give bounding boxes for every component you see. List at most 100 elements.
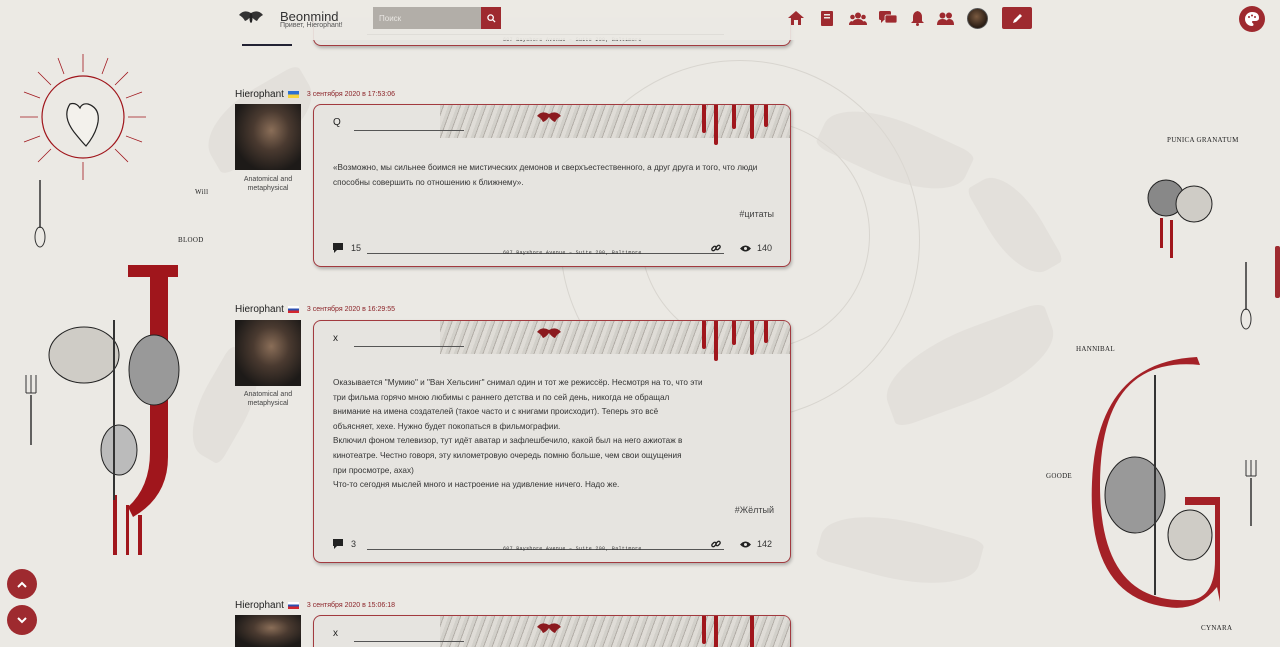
top-navigation-bar: Beonmind Привет, Hierophant! [0, 0, 1280, 40]
post-author-avatar[interactable] [235, 615, 301, 647]
decor-label-hannibal: HANNIBAL [1076, 345, 1115, 353]
chat-icon[interactable] [879, 9, 897, 27]
scroll-down-button[interactable] [7, 605, 37, 635]
post-title[interactable]: x [333, 628, 338, 639]
views-counter: 142 [739, 539, 772, 549]
post-title[interactable]: x [333, 333, 338, 344]
palette-icon [1245, 12, 1259, 26]
comments-count: 3 [351, 539, 357, 549]
post-text-line: при просмотре, ахах) [333, 465, 414, 475]
eye-icon [739, 541, 751, 547]
chevron-down-icon [17, 616, 27, 623]
views-count: 142 [756, 539, 772, 549]
eye-icon [739, 245, 751, 251]
blood-drip [702, 616, 706, 644]
scroll-up-button[interactable] [7, 569, 37, 599]
post-meta: Hierophant 3 сентября 2020 в 17:53:06 [235, 89, 395, 100]
pomegranate-icon [1147, 179, 1213, 258]
search-input[interactable] [373, 7, 481, 29]
decor-label-blood: BLOOD [178, 236, 204, 244]
title-divider [354, 346, 464, 347]
blood-drip [732, 321, 736, 345]
comments-button[interactable]: 15 [333, 243, 361, 253]
title-divider [354, 130, 464, 131]
pencil-icon [1012, 13, 1022, 23]
flag-ukraine-icon [287, 91, 299, 98]
post-title[interactable]: Q [333, 117, 341, 128]
users-icon[interactable] [849, 9, 867, 27]
post-text-line: внимание на имена создателей (такое част… [333, 407, 659, 417]
search-button[interactable] [481, 7, 501, 29]
post-date[interactable]: 3 сентября 2020 в 17:53:06 [307, 91, 395, 98]
heart-sunburst-icon [20, 54, 146, 180]
views-counter: 140 [739, 243, 772, 253]
greeting-text: Привет, Hierophant! [280, 22, 343, 29]
post-text-line: «Возможно, мы сильнее боимся не мистичес… [333, 163, 758, 187]
post-tag[interactable]: #цитаты [739, 209, 774, 219]
moth-icon [537, 328, 561, 338]
moth-icon [537, 112, 561, 122]
blood-drip [702, 105, 706, 133]
theme-palette-button[interactable] [1239, 6, 1265, 32]
chevron-up-icon [17, 581, 27, 588]
page-scrollbar[interactable] [1275, 246, 1280, 298]
decor-label-punica: PUNICA GRANATUM [1167, 136, 1239, 144]
post-meta: Hierophant 3 сентября 2020 в 15:06:18 [235, 600, 395, 611]
blood-drip [702, 321, 706, 349]
post-card: Q «Возможно, мы сильнее боимся не мистич… [313, 104, 791, 267]
blood-drip [714, 105, 718, 145]
blood-drip [732, 105, 736, 129]
write-post-button[interactable] [1002, 7, 1032, 29]
post-text-line: Включил фоном телевизор, тут идёт аватар… [333, 436, 683, 446]
post-address: 607 Bayshore Avenue – Suite 200, Baltimo… [503, 546, 642, 552]
post-text-line: Оказывается "Мумию" и "Ван Хельсинг" сни… [333, 378, 703, 387]
blood-drip [714, 321, 718, 361]
post-footer: 3 607 Bayshore Avenue – Suite 200, Balti… [333, 539, 772, 553]
views-count: 140 [756, 243, 772, 253]
post-date[interactable]: 3 сентября 2020 в 16:29:55 [307, 306, 395, 313]
comment-icon [333, 243, 343, 253]
letter-g-monogram-icon [1091, 357, 1220, 608]
link-icon[interactable] [711, 539, 721, 549]
flag-russia-icon [287, 602, 299, 609]
spoon-icon [34, 180, 46, 248]
post-author[interactable]: Hierophant [235, 89, 284, 100]
post-author-avatar[interactable] [235, 104, 301, 170]
blood-drip [750, 105, 754, 139]
avatar[interactable] [967, 8, 988, 29]
moth-logo-icon[interactable] [238, 10, 264, 26]
bell-icon[interactable] [908, 9, 926, 27]
post-author[interactable]: Hierophant [235, 304, 284, 315]
blood-drip [764, 105, 768, 127]
home-icon[interactable] [787, 9, 805, 27]
blood-drip [764, 321, 768, 343]
post-address: 607 Bayshore Avenue – Suite 200, Baltimo… [503, 250, 642, 256]
post-date[interactable]: 3 сентября 2020 в 15:06:18 [307, 602, 395, 609]
post-author-avatar[interactable] [235, 320, 301, 386]
moth-icon [537, 623, 561, 633]
post-banner [440, 616, 790, 647]
comments-count: 15 [351, 243, 362, 253]
flag-russia-icon [287, 306, 299, 313]
post-text-line: объясняет, хехе. Нужно будет покопаться … [333, 421, 561, 431]
notes-icon[interactable] [818, 9, 836, 27]
fork-icon [25, 375, 37, 445]
post-text-line: Что-то сегодня мыслей много и настроение… [333, 480, 620, 490]
link-icon[interactable] [711, 243, 721, 253]
post-body: «Возможно, мы сильнее боимся не мистичес… [333, 161, 773, 190]
author-status: Anatomical and metaphysical [243, 391, 293, 408]
spoon-icon [1240, 262, 1252, 330]
comments-button[interactable]: 3 [333, 539, 356, 549]
friends-icon[interactable] [936, 9, 954, 27]
post-banner [440, 321, 790, 354]
post-text-line: три фильма горячо мною любимы с раннего … [333, 392, 670, 402]
post-card: x Оказывается "Мумию" и "Ван Хельсинг" с… [313, 320, 791, 563]
decor-label-goode: GOODE [1046, 472, 1072, 480]
previous-post-underline [242, 44, 292, 46]
blood-drip [750, 321, 754, 355]
blood-drip [714, 616, 718, 647]
fork-icon [1245, 460, 1257, 526]
post-tag[interactable]: #Жёлтый [735, 505, 774, 515]
post-author[interactable]: Hierophant [235, 600, 284, 611]
post-body: Оказывается "Мумию" и "Ван Хельсинг" сни… [333, 376, 773, 493]
